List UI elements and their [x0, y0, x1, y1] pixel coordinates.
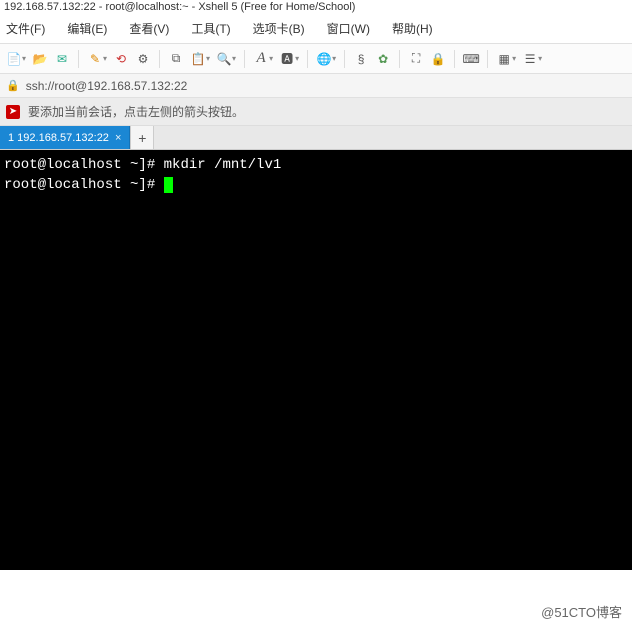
dropdown-icon[interactable]: ▾	[295, 54, 299, 63]
paste-icon[interactable]: 📋	[188, 49, 208, 69]
find-icon[interactable]: 🔍	[214, 49, 234, 69]
cursor	[164, 177, 173, 193]
separator	[399, 50, 400, 68]
globe-icon[interactable]: 🌐	[314, 49, 334, 69]
properties-icon[interactable]: ⚙	[133, 49, 153, 69]
lock-icon[interactable]: 🔒	[428, 49, 448, 69]
leaf-icon[interactable]: ✿	[373, 49, 393, 69]
terminal[interactable]: root@localhost ~]# mkdir /mnt/lv1 root@l…	[0, 150, 632, 570]
menu-edit[interactable]: 编辑(E)	[63, 18, 111, 39]
footer-area	[0, 570, 632, 634]
dropdown-icon[interactable]: ▾	[269, 54, 273, 63]
dropdown-icon[interactable]: ▾	[22, 54, 26, 63]
command-text: mkdir /mnt/lv1	[164, 157, 282, 173]
dropdown-icon[interactable]: ▾	[206, 54, 210, 63]
menu-tabs[interactable]: 选项卡(B)	[249, 18, 309, 39]
lock-icon: 🔒	[6, 79, 20, 92]
separator	[78, 50, 79, 68]
open-icon[interactable]: 📂	[30, 49, 50, 69]
separator	[159, 50, 160, 68]
copy-icon[interactable]: ⧉	[166, 49, 186, 69]
separator	[487, 50, 488, 68]
reconnect-icon[interactable]: ⟲	[111, 49, 131, 69]
separator	[307, 50, 308, 68]
toolbar: 📄 ▾ 📂 ✉ ✎ ▾ ⟲ ⚙ ⧉ 📋 ▾ 🔍 ▾ A ▾ 🅰 ▾ 🌐 ▾ § …	[0, 44, 632, 74]
menu-view[interactable]: 查看(V)	[125, 18, 173, 39]
send-icon[interactable]: ✉	[52, 49, 72, 69]
font-icon[interactable]: A	[251, 49, 271, 69]
add-session-arrow-icon[interactable]: ➤	[6, 105, 20, 119]
title-bar: 192.168.57.132:22 - root@localhost:~ - X…	[0, 0, 632, 14]
prompt: root@localhost ~]#	[4, 157, 164, 173]
hint-text: 要添加当前会话，点击左侧的箭头按钮。	[28, 103, 244, 120]
watermark-text: @51CTO博客	[541, 605, 622, 620]
tab-strip: 1 192.168.57.132:22 × +	[0, 126, 632, 150]
menu-file[interactable]: 文件(F)	[2, 18, 49, 39]
dropdown-icon[interactable]: ▾	[232, 54, 236, 63]
menu-window[interactable]: 窗口(W)	[323, 18, 374, 39]
watermark: @51CTO博客	[541, 602, 622, 621]
separator	[344, 50, 345, 68]
list-icon[interactable]: ☰	[520, 49, 540, 69]
dropdown-icon[interactable]: ▾	[103, 54, 107, 63]
address-url[interactable]: ssh://root@192.168.57.132:22	[26, 79, 188, 93]
menu-tools[interactable]: 工具(T)	[187, 18, 234, 39]
new-tab-button[interactable]: +	[130, 126, 154, 149]
dropdown-icon[interactable]: ▾	[332, 54, 336, 63]
fullscreen-icon[interactable]: ⛶	[406, 49, 426, 69]
layout-icon[interactable]: ▦	[494, 49, 514, 69]
script-icon[interactable]: §	[351, 49, 371, 69]
menubar: 文件(F) 编辑(E) 查看(V) 工具(T) 选项卡(B) 窗口(W) 帮助(…	[0, 14, 632, 44]
address-bar: 🔒 ssh://root@192.168.57.132:22	[0, 74, 632, 98]
hint-bar: ➤ 要添加当前会话，点击左侧的箭头按钮。	[0, 98, 632, 126]
menu-help[interactable]: 帮助(H)	[388, 18, 437, 39]
window-title: 192.168.57.132:22 - root@localhost:~ - X…	[4, 1, 355, 13]
new-session-icon[interactable]: 📄	[4, 49, 24, 69]
separator	[244, 50, 245, 68]
prompt: root@localhost ~]#	[4, 177, 164, 193]
keyboard-icon[interactable]: ⌨	[461, 49, 481, 69]
close-tab-icon[interactable]: ×	[115, 132, 121, 144]
dropdown-icon[interactable]: ▾	[512, 54, 516, 63]
separator	[454, 50, 455, 68]
colorset-icon[interactable]: 🅰	[277, 49, 297, 69]
session-tab[interactable]: 1 192.168.57.132:22 ×	[0, 126, 130, 149]
dropdown-icon[interactable]: ▾	[538, 54, 542, 63]
pencil-icon[interactable]: ✎	[85, 49, 105, 69]
tab-label: 1 192.168.57.132:22	[8, 132, 109, 144]
